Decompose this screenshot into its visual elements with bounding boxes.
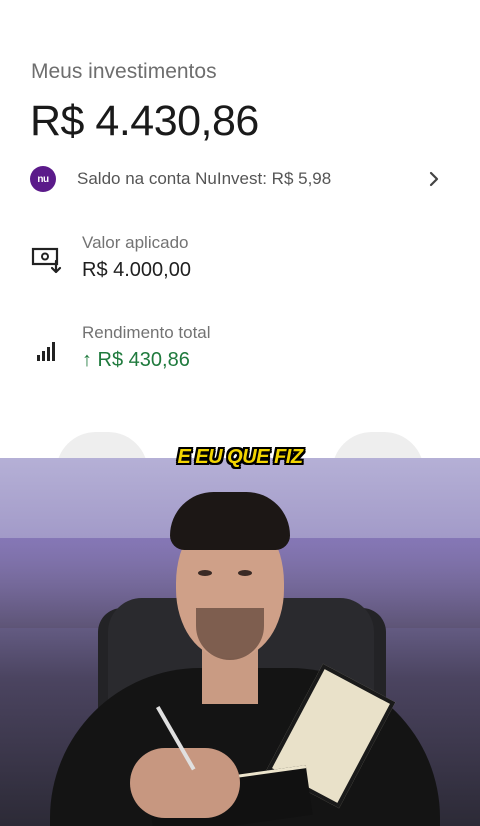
total-yield-item: Rendimento total ↑ R$ 430,86 bbox=[30, 323, 450, 383]
section-title: Meus investimentos bbox=[31, 60, 217, 83]
invested-label: Valor aplicado bbox=[82, 233, 189, 252]
account-balance-text: Saldo na conta NuInvest: R$ 5,98 bbox=[77, 169, 332, 188]
signal-bars-icon bbox=[37, 342, 55, 361]
person-eye bbox=[238, 570, 252, 576]
yield-label: Rendimento total bbox=[82, 323, 211, 342]
video-caption: E EU QUE FIZ bbox=[177, 446, 303, 468]
investments-screen: Meus investimentos R$ 4.430,86 nu Saldo … bbox=[0, 0, 480, 472]
person-hair bbox=[170, 492, 290, 550]
total-balance: R$ 4.430,86 bbox=[30, 97, 259, 145]
chevron-right-icon[interactable] bbox=[426, 169, 442, 189]
money-transfer-icon bbox=[31, 247, 62, 274]
video-frame bbox=[0, 458, 480, 826]
nubank-logo-icon: nu bbox=[30, 166, 56, 192]
person-eye bbox=[198, 570, 212, 576]
invested-amount-item: Valor aplicado R$ 4.000,00 bbox=[30, 233, 450, 293]
nuinvest-account-row[interactable]: nu Saldo na conta NuInvest: R$ 5,98 bbox=[30, 166, 450, 192]
yield-value: ↑ R$ 430,86 bbox=[82, 349, 190, 371]
invested-value: R$ 4.000,00 bbox=[82, 259, 191, 281]
